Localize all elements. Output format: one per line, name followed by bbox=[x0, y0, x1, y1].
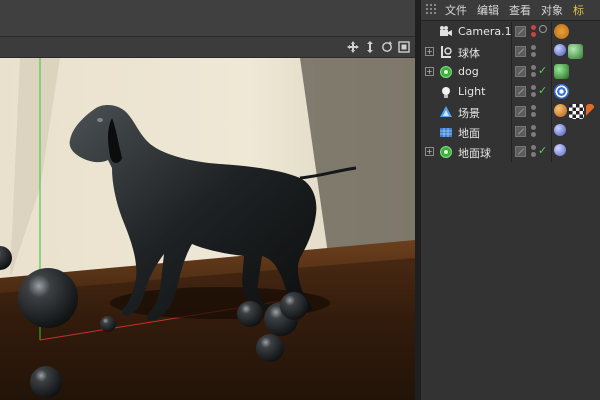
visibility-dots[interactable] bbox=[531, 125, 536, 139]
object-row-scene[interactable]: 场景 bbox=[421, 102, 600, 122]
material-tag-icon[interactable] bbox=[554, 64, 569, 79]
layer-toggle[interactable] bbox=[515, 126, 526, 137]
menu-file[interactable]: 文件 bbox=[445, 2, 467, 18]
3d-viewport[interactable] bbox=[0, 0, 415, 400]
object-manager: 文件 编辑 查看 对象 标 Camera.1 + 球体 + dog ✓ Ligh… bbox=[421, 0, 600, 400]
object-name: dog bbox=[458, 65, 479, 78]
enabled-check-icon[interactable]: ✓ bbox=[538, 64, 547, 77]
checker-tag-icon[interactable] bbox=[569, 104, 584, 119]
tag-list bbox=[554, 44, 583, 60]
enabled-check-icon[interactable]: ✓ bbox=[538, 84, 547, 97]
maximize-view-icon[interactable] bbox=[397, 40, 411, 54]
material-tag-icon[interactable] bbox=[554, 104, 567, 117]
menu-object[interactable]: 对象 bbox=[541, 2, 563, 18]
object-row-light[interactable]: Light ✓ bbox=[421, 82, 600, 102]
render-scene bbox=[0, 58, 415, 400]
camera-target-icon[interactable] bbox=[538, 24, 548, 37]
menu-tags[interactable]: 标 bbox=[573, 2, 584, 18]
object-name: Light bbox=[458, 85, 486, 98]
light-icon bbox=[442, 87, 450, 98]
visibility-dots[interactable] bbox=[531, 145, 536, 159]
object-name: 地面 bbox=[458, 127, 480, 140]
viewport-navigation bbox=[346, 40, 411, 54]
rotate-view-icon[interactable] bbox=[380, 40, 394, 54]
layer-toggle[interactable] bbox=[515, 26, 526, 37]
floor-icon bbox=[440, 128, 452, 137]
visibility-dots[interactable] bbox=[531, 45, 536, 59]
warning-tag-icon[interactable] bbox=[586, 104, 594, 119]
object-row-floor[interactable]: 地面 bbox=[421, 122, 600, 142]
object-row-sphere[interactable]: + 球体 bbox=[421, 42, 600, 62]
object-list: Camera.1 + 球体 + dog ✓ Light ✓ 场景 地面 + 地面… bbox=[421, 22, 600, 162]
material-tag-icon[interactable] bbox=[554, 44, 566, 56]
visibility-dots[interactable] bbox=[531, 85, 536, 99]
object-name: 场景 bbox=[458, 107, 480, 120]
null-object-icon bbox=[440, 146, 452, 158]
object-row-camera[interactable]: Camera.1 bbox=[421, 22, 600, 42]
polygon-object-icon bbox=[440, 66, 452, 78]
object-name: 球体 bbox=[458, 47, 480, 60]
protection-tag-icon[interactable] bbox=[554, 24, 569, 39]
tag-list bbox=[554, 24, 569, 40]
layer-toggle[interactable] bbox=[515, 86, 526, 97]
camera-icon bbox=[440, 26, 452, 36]
tag-list bbox=[554, 64, 569, 80]
expand-icon[interactable]: + bbox=[425, 67, 434, 76]
object-manager-menubar: 文件 编辑 查看 对象 标 bbox=[421, 0, 600, 21]
null-object-icon bbox=[441, 46, 452, 58]
menu-edit[interactable]: 编辑 bbox=[477, 2, 499, 18]
viewport-header bbox=[0, 0, 415, 36]
object-name: 地面球 bbox=[458, 147, 491, 160]
zoom-view-icon[interactable] bbox=[363, 40, 377, 54]
move-view-icon[interactable] bbox=[346, 40, 360, 54]
layer-toggle[interactable] bbox=[515, 106, 526, 117]
tag-list bbox=[554, 124, 566, 140]
tag-list bbox=[554, 84, 569, 100]
layer-toggle[interactable] bbox=[515, 66, 526, 77]
object-row-floor-spheres[interactable]: + 地面球 ✓ bbox=[421, 142, 600, 162]
expand-icon[interactable]: + bbox=[425, 47, 434, 56]
tag-list bbox=[554, 144, 566, 160]
material-tag-icon[interactable] bbox=[554, 124, 566, 136]
visibility-dots[interactable] bbox=[531, 105, 536, 119]
layer-toggle[interactable] bbox=[515, 46, 526, 57]
object-row-dog[interactable]: + dog ✓ bbox=[421, 62, 600, 82]
grip-icon[interactable] bbox=[425, 3, 439, 17]
expand-icon[interactable]: + bbox=[425, 147, 434, 156]
visibility-dots[interactable] bbox=[531, 65, 536, 79]
tag-list bbox=[554, 104, 594, 120]
material-tag-icon[interactable] bbox=[568, 44, 583, 59]
visibility-dots[interactable] bbox=[531, 25, 536, 39]
scene-icon bbox=[440, 106, 452, 117]
enabled-check-icon[interactable]: ✓ bbox=[538, 144, 547, 157]
material-tag-icon[interactable] bbox=[554, 144, 566, 156]
layer-toggle[interactable] bbox=[515, 146, 526, 157]
target-tag-icon[interactable] bbox=[554, 84, 569, 99]
object-name: Camera.1 bbox=[458, 25, 512, 38]
menu-view[interactable]: 查看 bbox=[509, 2, 531, 18]
viewport-toolbar bbox=[0, 36, 415, 58]
